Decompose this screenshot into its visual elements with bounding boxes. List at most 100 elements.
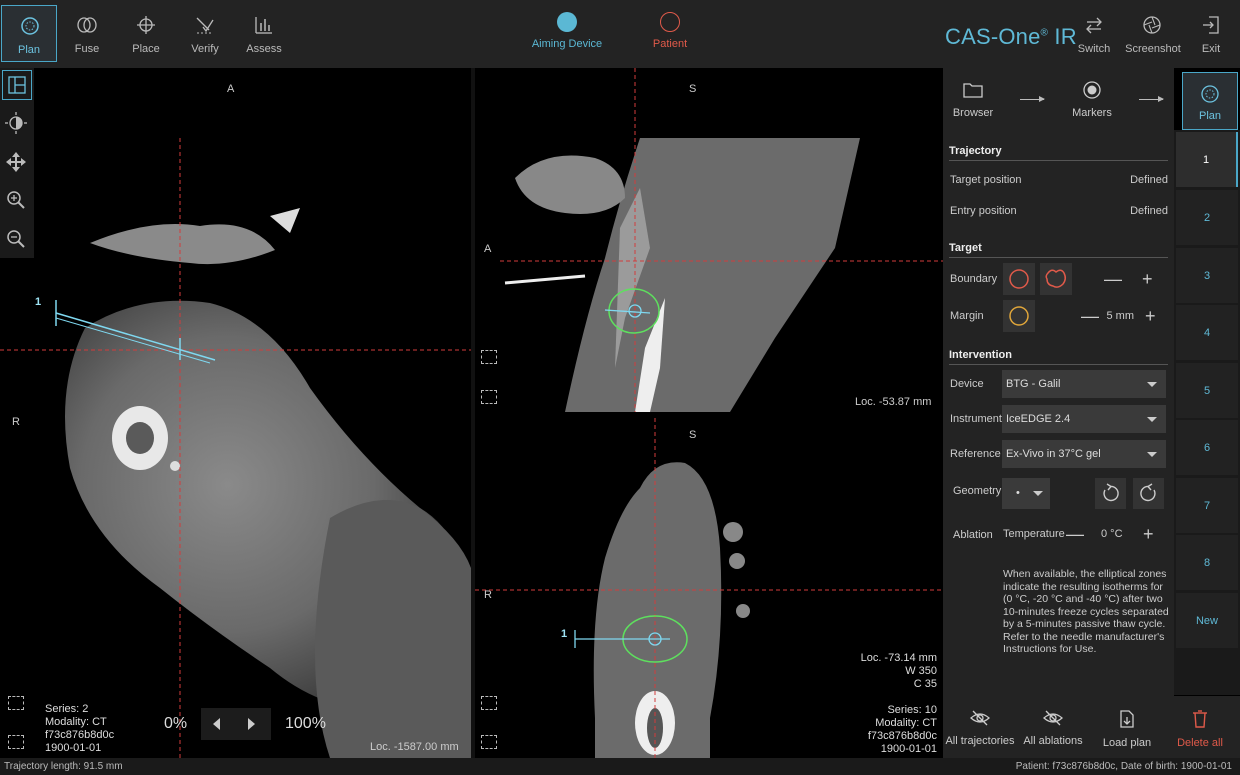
- place-tool-label: Place: [132, 43, 160, 55]
- axial-date: 1900-01-01: [45, 742, 102, 754]
- sagittal-viewport[interactable]: S A Loc. -53.87 mm: [475, 68, 943, 418]
- all-ablations-button[interactable]: All ablations: [1016, 710, 1090, 747]
- plan-step[interactable]: Plan: [1182, 72, 1238, 130]
- trash-icon: [1193, 710, 1207, 728]
- trajectory-item[interactable]: 8: [1176, 535, 1238, 590]
- plan-tool-label: Plan: [17, 44, 41, 56]
- exit-button[interactable]: Exit: [1183, 5, 1239, 62]
- place-tool-button[interactable]: Place: [118, 5, 174, 62]
- layout-tool-button[interactable]: [2, 70, 32, 100]
- margin-decrease-icon[interactable]: —: [1081, 307, 1099, 325]
- coronal-layout-icon[interactable]: [481, 696, 497, 710]
- sagittal-layout-icon[interactable]: [481, 350, 497, 364]
- boundary-circle-button[interactable]: [1003, 263, 1035, 295]
- zoom-in-tool-button[interactable]: [2, 186, 32, 216]
- trajectory-item[interactable]: 1: [1176, 132, 1238, 187]
- fuse-tool-button[interactable]: Fuse: [59, 5, 115, 62]
- boundary-decrease-icon[interactable]: —: [1104, 270, 1122, 288]
- brand-registered-mark: ®: [1040, 27, 1049, 39]
- axial-trajectory-label: 1: [35, 296, 42, 308]
- exit-icon: [1203, 16, 1219, 34]
- coronal-window-width: W 350: [905, 665, 937, 677]
- entry-position-value: Defined: [1130, 205, 1168, 217]
- axial-viewport[interactable]: A R 1 Series: 2 Modality: CT f73c876b8d0…: [0, 68, 471, 758]
- next-slice-icon[interactable]: [248, 718, 255, 730]
- axial-series-info: Series: 2 Modality: CT f73c876b8d0c 1900…: [45, 703, 114, 755]
- sagittal-ct-image: [500, 68, 943, 412]
- device-select[interactable]: BTG - Galil: [1002, 370, 1166, 398]
- trajectory-item[interactable]: 3: [1176, 248, 1238, 303]
- ablation-label: Ablation: [953, 529, 993, 541]
- viewport-reset-icon[interactable]: [8, 735, 24, 749]
- trajectory-section-title: Trajectory: [949, 145, 1168, 161]
- trajectory-item[interactable]: 2: [1176, 190, 1238, 245]
- temperature-decrease-icon[interactable]: —: [1066, 525, 1084, 543]
- previous-slice-icon[interactable]: [213, 718, 220, 730]
- zoom-out-tool-button[interactable]: [2, 225, 32, 255]
- axial-location: Loc. -1587.00 mm: [370, 741, 459, 753]
- entry-position-label: Entry position: [950, 205, 1017, 217]
- switch-button[interactable]: Switch: [1066, 5, 1122, 62]
- coronal-date: 1900-01-01: [880, 743, 937, 755]
- coronal-series-info: Series: 10 Modality: CT f73c876b8d0c 190…: [868, 704, 937, 756]
- trajectory-item[interactable]: 6: [1176, 420, 1238, 475]
- rotate-clockwise-icon: [1140, 483, 1156, 502]
- pan-tool-button[interactable]: [2, 148, 32, 178]
- sagittal-reset-icon[interactable]: [481, 390, 497, 404]
- trajectory-item[interactable]: 7: [1176, 478, 1238, 533]
- trajectory-item[interactable]: 5: [1176, 363, 1238, 418]
- move-arrows-icon: [6, 152, 26, 172]
- boundary-increase-icon[interactable]: +: [1142, 270, 1153, 288]
- instrument-label: Instrument: [950, 413, 1002, 425]
- isotherm-note: When available, the elliptical zones ind…: [1003, 568, 1169, 655]
- browser-step[interactable]: Browser: [943, 80, 1003, 119]
- slice-stepper: [201, 708, 271, 740]
- verify-icon: [196, 17, 214, 34]
- coronal-trajectory-label: 1: [561, 628, 568, 640]
- all-trajectories-button[interactable]: All trajectories: [943, 710, 1017, 747]
- window-level-tool-button[interactable]: [2, 109, 32, 139]
- verify-tool-button[interactable]: Verify: [177, 5, 233, 62]
- new-trajectory-button[interactable]: New: [1176, 593, 1238, 648]
- target-position-value: Defined: [1130, 174, 1168, 186]
- workflow-arrow-2: [1139, 96, 1164, 102]
- temperature-increase-icon[interactable]: +: [1143, 525, 1154, 543]
- coronal-reset-icon[interactable]: [481, 735, 497, 749]
- left-tool-strip: [0, 68, 34, 258]
- plan-actions-bar: All trajectories All ablations Load plan…: [943, 696, 1240, 758]
- boundary-label: Boundary: [950, 273, 998, 285]
- markers-step[interactable]: Markers: [1062, 80, 1122, 119]
- reference-value: Ex-Vivo in 37°C gel: [1006, 448, 1101, 460]
- coronal-orientation-left: R: [484, 589, 492, 601]
- screenshot-button[interactable]: Screenshot: [1124, 5, 1182, 62]
- instrument-select[interactable]: IceEDGE 2.4: [1002, 405, 1166, 433]
- geometry-select[interactable]: •: [1002, 478, 1050, 509]
- margin-circle-icon: [1009, 306, 1029, 326]
- trajectory-length: Trajectory length: 91.5 mm: [4, 761, 123, 772]
- temperature-label: Temperature: [1003, 528, 1065, 540]
- rotate-right-button[interactable]: [1133, 478, 1164, 509]
- axial-modality: Modality: CT: [45, 716, 107, 728]
- load-plan-button[interactable]: Load plan: [1090, 710, 1164, 749]
- patient-indicator-icon: [660, 12, 680, 32]
- coronal-viewport[interactable]: S R 1 Loc. -73.14 mm W 350 C 35 Series: …: [475, 418, 943, 758]
- screenshot-label: Screenshot: [1125, 43, 1181, 55]
- patient-label: Patient: [652, 38, 688, 50]
- fuse-icon: [77, 17, 97, 33]
- assess-tool-button[interactable]: Assess: [236, 5, 292, 62]
- brightness-icon: [5, 112, 27, 134]
- viewport-layout-icon[interactable]: [8, 696, 24, 710]
- intervention-section-title: Intervention: [949, 349, 1168, 365]
- rotate-left-button[interactable]: [1095, 478, 1126, 509]
- reference-select[interactable]: Ex-Vivo in 37°C gel: [1002, 440, 1166, 468]
- plan-tool-button[interactable]: Plan: [1, 5, 57, 62]
- margin-circle-button[interactable]: [1003, 300, 1035, 332]
- margin-increase-icon[interactable]: +: [1145, 307, 1156, 325]
- delete-all-button[interactable]: Delete all: [1163, 710, 1237, 749]
- layout-grid-icon: [8, 76, 26, 94]
- zoom-min-label: 0%: [164, 715, 188, 732]
- trajectory-item[interactable]: 4: [1176, 305, 1238, 360]
- brand-name: CAS-One: [945, 24, 1041, 49]
- boundary-freeform-button[interactable]: [1040, 263, 1072, 295]
- sagittal-location: Loc. -53.87 mm: [855, 396, 932, 408]
